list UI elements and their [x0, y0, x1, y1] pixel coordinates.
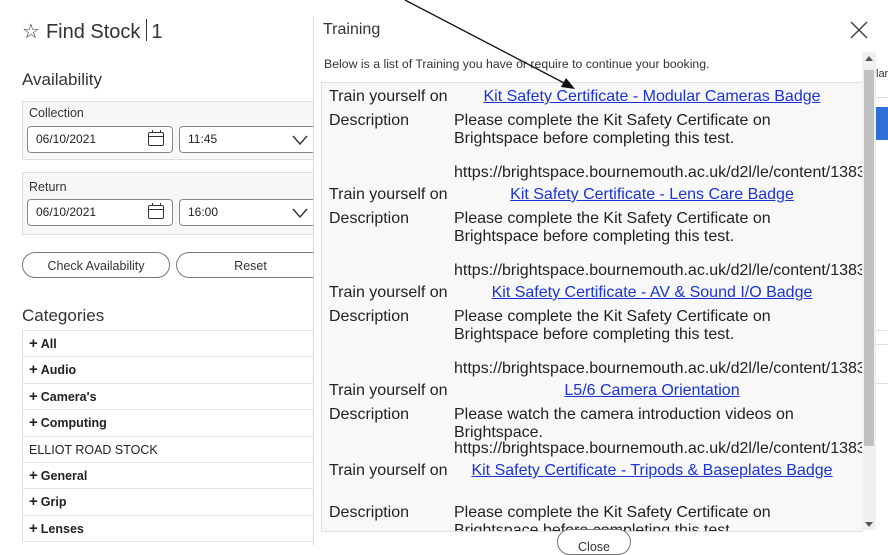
- category-item[interactable]: + Computing: [23, 410, 323, 437]
- training-url: https://brightspace.bournemouth.ac.uk/d2…: [454, 360, 862, 377]
- training-link[interactable]: Kit Safety Certificate - Tripods & Basep…: [454, 462, 850, 480]
- availability-heading: Availability: [22, 70, 103, 89]
- category-item[interactable]: + Lenses: [23, 516, 323, 543]
- category-item[interactable]: ELLIOT ROAD STOCK: [23, 437, 323, 463]
- category-label: Computing: [40, 416, 107, 431]
- chevron-down-icon[interactable]: [292, 135, 308, 145]
- category-item[interactable]: + Audio: [23, 357, 323, 384]
- training-link[interactable]: L5/6 Camera Orientation: [454, 382, 850, 400]
- category-item[interactable]: + All: [23, 331, 323, 358]
- close-button[interactable]: Close: [557, 529, 631, 555]
- background-fragment: lar: [876, 68, 888, 80]
- scroll-up-icon[interactable]: [865, 56, 873, 61]
- plus-icon[interactable]: +: [29, 414, 38, 431]
- training-description: Please complete the Kit Safety Certifica…: [454, 308, 771, 343]
- collection-label: Collection: [29, 106, 84, 120]
- plus-icon[interactable]: +: [29, 520, 38, 537]
- training-link[interactable]: Kit Safety Certificate - AV & Sound I/O …: [454, 284, 850, 302]
- training-description: Please complete the Kit Safety Certifica…: [454, 210, 771, 245]
- category-label: Lenses: [40, 521, 84, 536]
- background-divider: [875, 97, 888, 98]
- scrollbar-thumb[interactable]: [864, 70, 874, 446]
- description-label: Description: [329, 210, 410, 227]
- plus-icon[interactable]: +: [29, 467, 38, 484]
- dialog-scrollbar[interactable]: [862, 52, 876, 530]
- training-url: https://brightspace.bournemouth.ac.uk/d2…: [454, 262, 862, 279]
- close-icon[interactable]: [848, 19, 870, 41]
- category-label: General: [40, 468, 88, 483]
- calendar-icon[interactable]: [148, 203, 164, 219]
- description-label: Description: [329, 504, 410, 521]
- reset-button[interactable]: Reset: [176, 252, 324, 278]
- dialog-description: Below is a list of Training you have or …: [324, 57, 710, 71]
- collection-date-field[interactable]: 06/10/2021: [27, 126, 173, 153]
- category-label: All: [40, 337, 57, 351]
- check-availability-button[interactable]: Check Availability: [22, 252, 170, 278]
- plus-icon[interactable]: +: [29, 361, 38, 378]
- return-box: Return 06/10/2021 16:00: [22, 172, 329, 235]
- train-label: Train yourself on: [329, 382, 448, 399]
- title-count: 1: [151, 21, 163, 43]
- collection-box: Collection 06/10/2021 11:45: [22, 101, 329, 160]
- background-page-edge: [875, 0, 888, 545]
- chevron-down-icon[interactable]: [292, 208, 308, 218]
- category-label: Audio: [40, 363, 77, 378]
- training-url: https://brightspace.bournemouth.ac.uk/d2…: [454, 164, 862, 181]
- plus-icon[interactable]: +: [29, 493, 38, 510]
- background-blue-bar: [875, 107, 888, 140]
- category-list: + All + Audio + Camera's + Computing ELLIOT ROAD…: [22, 330, 324, 543]
- train-label: Train yourself on: [329, 186, 448, 203]
- title-separator: [146, 19, 148, 41]
- training-description: Please watch the camera introduction vid…: [454, 406, 794, 441]
- category-label: Camera's: [40, 389, 97, 404]
- category-label: ELLIOT ROAD STOCK: [29, 442, 158, 457]
- train-label: Train yourself on: [329, 88, 448, 105]
- return-label: Return: [29, 180, 67, 194]
- return-date-field[interactable]: 06/10/2021: [27, 199, 173, 226]
- find-stock-panel: ☆ Find Stock 1 Availability Collection 06/…: [0, 0, 329, 545]
- training-description: Please complete the Kit Safety Certifica…: [454, 112, 771, 147]
- plus-icon[interactable]: +: [29, 388, 38, 405]
- background-divider: [875, 330, 888, 331]
- description-label: Description: [329, 406, 410, 423]
- calendar-icon[interactable]: [148, 130, 164, 146]
- scroll-down-icon[interactable]: [865, 522, 873, 527]
- categories-heading: Categories: [22, 306, 105, 325]
- dialog-title: Training: [323, 21, 381, 38]
- description-label: Description: [329, 308, 410, 325]
- description-label: Description: [329, 112, 410, 129]
- training-description: Please complete the Kit Safety Certifica…: [454, 504, 771, 532]
- background-divider: [875, 383, 888, 384]
- collection-time-select[interactable]: 11:45: [179, 126, 329, 153]
- training-url: https://brightspace.bournemouth.ac.uk/d2…: [454, 440, 862, 457]
- return-time-select[interactable]: 16:00: [179, 199, 329, 226]
- train-label: Train yourself on: [329, 462, 448, 479]
- background-divider: [875, 344, 888, 345]
- star-outline-icon[interactable]: ☆: [22, 21, 40, 43]
- training-link[interactable]: Kit Safety Certificate - Modular Cameras…: [454, 88, 850, 106]
- training-dialog: Training Below is a list of Training you…: [313, 16, 876, 555]
- plus-icon[interactable]: +: [29, 335, 38, 352]
- training-list: Train yourself on Kit Safety Certificate …: [321, 82, 863, 532]
- category-label: Grip: [40, 495, 67, 510]
- category-item[interactable]: + Camera's: [23, 384, 323, 411]
- category-item[interactable]: + General: [23, 463, 323, 490]
- train-label: Train yourself on: [329, 284, 448, 301]
- page-title: ☆ Find Stock 1: [22, 19, 163, 43]
- training-link[interactable]: Kit Safety Certificate - Lens Care Badge: [454, 186, 850, 204]
- category-item[interactable]: + Grip: [23, 489, 323, 516]
